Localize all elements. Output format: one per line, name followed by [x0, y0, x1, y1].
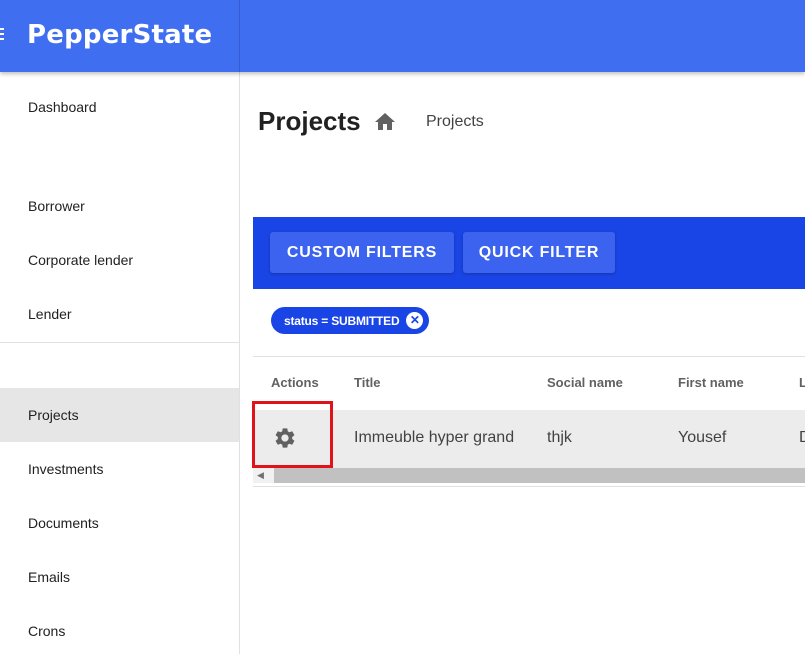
sidebar: Dashboard Borrower Corporate lender Lend… — [0, 72, 240, 654]
sidebar-item-label: Projects — [28, 407, 79, 423]
filter-chip-label: status = SUBMITTED — [284, 313, 400, 328]
cell-first-name: Yousef — [678, 429, 727, 446]
filter-toolbar: CUSTOM FILTERS QUICK FILTER — [253, 217, 805, 289]
sidebar-item-crons[interactable]: Crons — [0, 604, 239, 658]
main-content: Projects Projects CUSTOM FILTERS QUICK F… — [240, 72, 805, 654]
column-header-last-name[interactable]: L — [799, 375, 805, 390]
sidebar-item-dashboard[interactable]: Dashboard — [0, 80, 239, 134]
sidebar-divider — [0, 342, 239, 343]
menu-icon[interactable] — [0, 28, 6, 44]
sidebar-item-label: Lender — [28, 306, 72, 322]
breadcrumb[interactable]: Projects — [426, 113, 484, 131]
app-bar: PepperState — [0, 0, 805, 72]
actions-highlight-box — [252, 401, 333, 468]
filter-chip-status[interactable]: status = SUBMITTED ✕ — [271, 307, 430, 334]
sidebar-item-documents[interactable]: Documents — [0, 496, 239, 550]
page-title: Projects — [258, 106, 361, 136]
table-divider — [253, 486, 805, 487]
column-header-social-name[interactable]: Social name — [547, 375, 623, 390]
sidebar-item-investments[interactable]: Investments — [0, 442, 239, 496]
home-icon[interactable] — [373, 110, 397, 134]
sidebar-item-label: Corporate lender — [28, 252, 134, 268]
appbar-divider — [239, 0, 240, 72]
scroll-left-arrow-icon[interactable]: ◀ — [257, 470, 264, 481]
sidebar-item-borrower[interactable]: Borrower — [0, 179, 239, 233]
cell-last-name: D — [799, 429, 805, 446]
brand-logo: PepperState — [27, 20, 213, 50]
column-header-actions[interactable]: Actions — [271, 375, 319, 390]
sidebar-item-label: Borrower — [28, 198, 85, 214]
column-header-first-name[interactable]: First name — [678, 375, 744, 390]
sidebar-item-label: Investments — [28, 461, 104, 477]
horizontal-scrollbar[interactable]: ◀ — [253, 468, 805, 483]
cell-social-name: thjk — [547, 429, 572, 446]
sidebar-item-corporate-lender[interactable]: Corporate lender — [0, 233, 239, 287]
table-divider — [253, 356, 805, 357]
sidebar-item-label: Documents — [28, 515, 99, 531]
sidebar-item-lender[interactable]: Lender — [0, 287, 239, 341]
cell-title: Immeuble hyper grand — [354, 429, 515, 446]
sidebar-item-label: Dashboard — [28, 99, 97, 115]
sidebar-item-emails[interactable]: Emails — [0, 550, 239, 604]
column-header-title[interactable]: Title — [354, 375, 381, 390]
sidebar-item-label: Emails — [28, 569, 71, 585]
custom-filters-button[interactable]: CUSTOM FILTERS — [270, 232, 454, 273]
scrollbar-thumb[interactable] — [274, 468, 805, 483]
sidebar-item-label: Crons — [28, 623, 66, 639]
sidebar-item-projects[interactable]: Projects — [0, 388, 239, 442]
quick-filter-button[interactable]: QUICK FILTER — [463, 232, 615, 273]
close-icon[interactable]: ✕ — [406, 312, 424, 329]
